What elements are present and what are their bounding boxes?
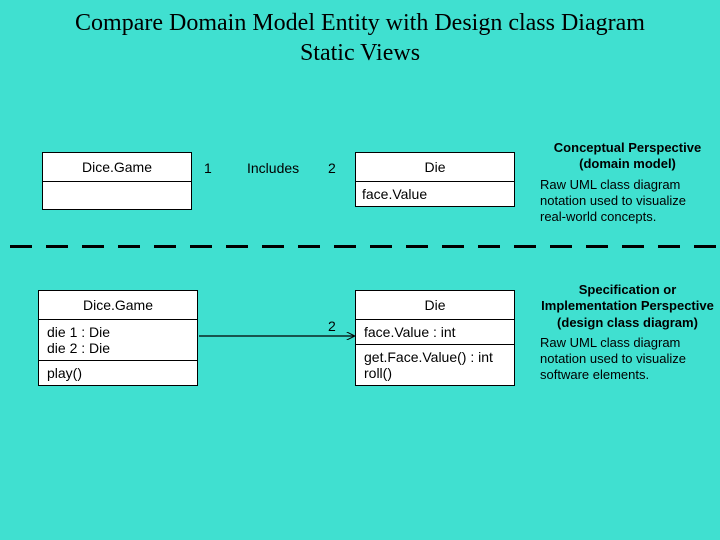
class-body-empty: [43, 181, 191, 209]
uml-class-dicegame-domain: Dice.Game: [42, 152, 192, 210]
multiplicity-right: 2: [328, 318, 336, 334]
page-title: Compare Domain Model Entity with Design …: [0, 8, 720, 68]
attr-row: face.Value : int: [364, 324, 506, 340]
side-note-design: Specification or Implementation Perspect…: [540, 282, 715, 384]
attr-row: die 2 : Die: [47, 340, 189, 356]
association-label: Includes: [247, 160, 299, 176]
class-operations: get.Face.Value() : int roll(): [356, 344, 514, 385]
side-body: Raw UML class diagram notation used to v…: [540, 335, 715, 384]
separator-dashed-line: [10, 245, 710, 249]
class-name: Die: [356, 153, 514, 181]
uml-class-die-domain: Die face.Value: [355, 152, 515, 207]
attr-row: die 1 : Die: [47, 324, 189, 340]
side-body: Raw UML class diagram notation used to v…: [540, 177, 715, 226]
multiplicity-right: 2: [328, 160, 336, 176]
side-heading: Conceptual Perspective (domain model): [540, 140, 715, 173]
association-lines: [0, 0, 720, 540]
class-attributes: face.Value : int: [356, 319, 514, 344]
multiplicity-left: 1: [204, 160, 212, 176]
class-name: Dice.Game: [39, 291, 197, 319]
side-note-domain: Conceptual Perspective (domain model) Ra…: [540, 140, 715, 225]
class-name: Dice.Game: [43, 153, 191, 181]
class-attributes: die 1 : Die die 2 : Die: [39, 319, 197, 360]
op-row: play(): [47, 365, 189, 381]
uml-class-die-design: Die face.Value : int get.Face.Value() : …: [355, 290, 515, 386]
class-name: Die: [356, 291, 514, 319]
class-operations: play(): [39, 360, 197, 385]
uml-class-dicegame-design: Dice.Game die 1 : Die die 2 : Die play(): [38, 290, 198, 386]
class-attribute: face.Value: [356, 181, 514, 206]
side-heading: Specification or Implementation Perspect…: [540, 282, 715, 331]
op-row: get.Face.Value() : int: [364, 349, 506, 365]
op-row: roll(): [364, 365, 506, 381]
